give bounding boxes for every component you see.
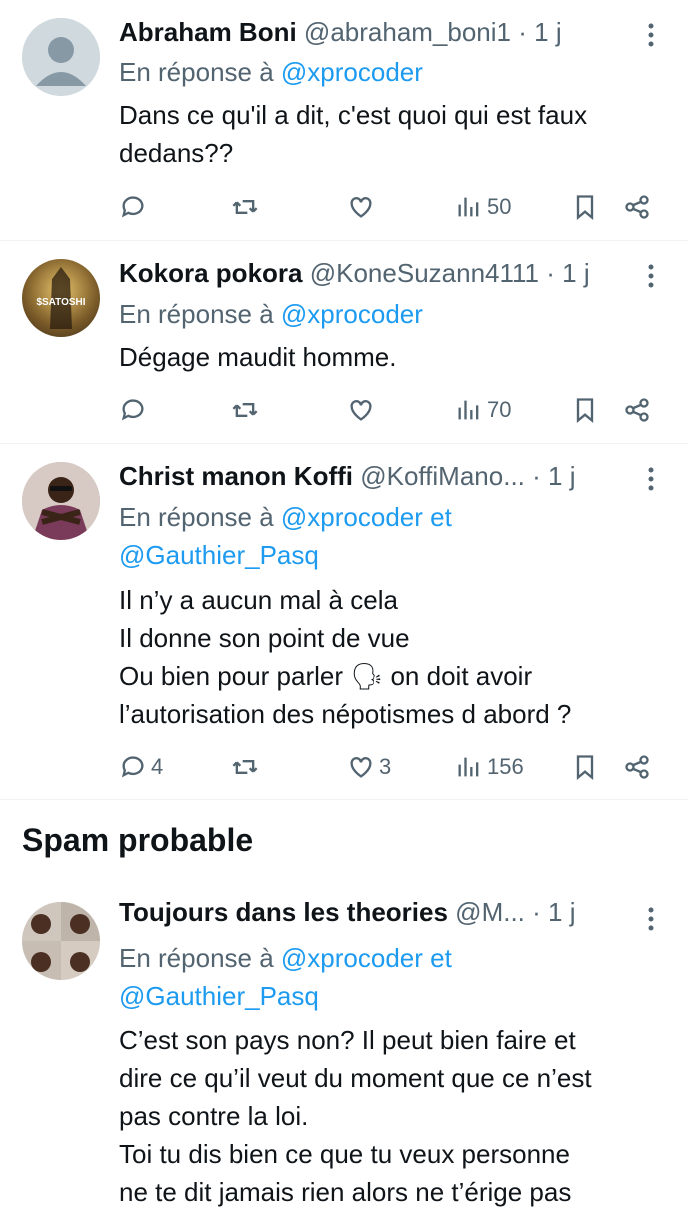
reply-context: En réponse à @xprocoder et @Gauthier_Pas… <box>119 939 452 1015</box>
display-name[interactable]: Kokora pokora <box>119 258 303 288</box>
share-icon <box>625 755 649 779</box>
tweet-text: Il n’y a aucun mal à cela Il donne son p… <box>119 585 572 729</box>
retweet-button[interactable] <box>231 750 259 784</box>
bookmark-button[interactable] <box>571 750 599 784</box>
user-handle[interactable]: @KoneSuzann4111 <box>310 258 539 288</box>
like-icon <box>350 197 372 218</box>
views-count: 70 <box>487 397 512 422</box>
avatar[interactable] <box>22 902 100 980</box>
tweet-actions: 4 3 156 <box>119 750 659 784</box>
mention-link[interactable]: @xprocoder et <box>281 502 452 532</box>
views-count: 156 <box>487 754 524 779</box>
reply-button[interactable] <box>119 190 151 224</box>
views-button[interactable]: 50 <box>455 190 511 224</box>
like-button[interactable] <box>347 190 379 224</box>
tweet[interactable]: Abraham Boni @abraham_boni1 · 1 j En rép… <box>0 0 688 241</box>
reply-icon <box>121 756 144 778</box>
tweet-actions: 50 <box>119 190 659 224</box>
like-count: 3 <box>379 754 392 779</box>
retweet-button[interactable] <box>231 190 259 224</box>
tweet-text: Dans ce qu'il a dit, c'est quoi qui est … <box>119 100 595 168</box>
bookmark-button[interactable] <box>571 393 599 427</box>
reply-prefix: En réponse à <box>119 57 281 87</box>
mention-link[interactable]: @xprocoder <box>281 299 423 329</box>
tweet-header: Kokora pokora @KoneSuzann4111 · 1 j <box>119 255 688 291</box>
user-handle[interactable]: @KoffiMano... <box>360 461 525 491</box>
tweet-header: Christ manon Koffi @KoffiMano... · 1 j <box>119 458 688 494</box>
default-avatar-icon <box>22 18 100 96</box>
views-icon <box>458 757 479 777</box>
bookmark-icon <box>576 195 594 220</box>
share-icon <box>625 195 649 219</box>
share-button[interactable] <box>623 750 651 784</box>
tweet-header: Toujours dans les theories @M... · 1 j <box>119 894 688 930</box>
tweet-time[interactable]: · 1 j <box>546 258 589 288</box>
reply-context: En réponse à @xprocoder <box>119 295 423 333</box>
mention-link[interactable]: @Gauthier_Pasq <box>119 981 319 1011</box>
user-handle[interactable]: @abraham_boni1 <box>304 17 511 47</box>
avatar[interactable] <box>22 18 100 96</box>
tweet-actions: 70 <box>119 393 659 427</box>
avatar-image <box>22 902 100 980</box>
display-name[interactable]: Abraham Boni <box>119 17 297 47</box>
tweet-text: Dégage maudit homme. <box>119 342 397 372</box>
reply-context: En réponse à @xprocoder <box>119 53 423 91</box>
share-icon <box>625 398 649 422</box>
reply-context: En réponse à @xprocoder et @Gauthier_Pas… <box>119 498 452 574</box>
reply-prefix: En réponse à <box>119 943 281 973</box>
avatar[interactable] <box>22 462 100 540</box>
retweet-icon <box>232 403 258 417</box>
bookmark-icon <box>576 755 594 780</box>
tweet[interactable]: Christ manon Koffi @KoffiMano... · 1 j E… <box>0 444 688 800</box>
views-icon <box>458 400 479 420</box>
tweet-time[interactable]: · 1 j <box>518 17 561 47</box>
tweet-header: Abraham Boni @abraham_boni1 · 1 j <box>119 14 688 50</box>
like-icon <box>350 400 372 421</box>
retweet-icon <box>232 200 258 214</box>
tweet[interactable]: $SATOSHI Kokora pokora @KoneSuzann4111 ·… <box>0 241 688 444</box>
tweet-time[interactable]: · 1 j <box>532 897 575 927</box>
avatar-image: $SATOSHI <box>36 267 86 329</box>
avatar-text: $SATOSHI <box>36 297 85 308</box>
tweet-text: C’est son pays non? Il peut bien faire e… <box>119 1025 592 1207</box>
like-button[interactable]: 3 <box>347 750 391 784</box>
share-button[interactable] <box>623 190 651 224</box>
display-name[interactable]: Christ manon Koffi <box>119 461 353 491</box>
reply-button[interactable]: 4 <box>119 750 163 784</box>
views-button[interactable]: 70 <box>455 393 511 427</box>
more-icon[interactable] <box>642 20 660 50</box>
more-icon[interactable] <box>642 261 660 291</box>
like-icon <box>350 757 372 778</box>
reply-prefix: En réponse à <box>119 299 281 329</box>
avatar[interactable]: $SATOSHI <box>22 259 100 337</box>
user-handle[interactable]: @M... <box>455 897 525 927</box>
reply-prefix: En réponse à <box>119 502 281 532</box>
reply-count: 4 <box>151 754 164 779</box>
like-button[interactable] <box>347 393 379 427</box>
bookmark-icon <box>576 398 594 423</box>
tweet[interactable]: Toujours dans les theories @M... · 1 j E… <box>0 880 688 1207</box>
reply-icon <box>121 399 144 421</box>
retweet-icon <box>232 760 258 774</box>
more-icon[interactable] <box>642 904 660 934</box>
views-button[interactable]: 156 <box>455 750 524 784</box>
mention-link[interactable]: @Gauthier_Pasq <box>119 540 319 570</box>
tweet-time[interactable]: · 1 j <box>532 461 575 491</box>
mention-link[interactable]: @xprocoder <box>281 57 423 87</box>
more-icon[interactable] <box>642 464 660 494</box>
retweet-button[interactable] <box>231 393 259 427</box>
reply-button[interactable] <box>119 393 151 427</box>
display-name[interactable]: Toujours dans les theories <box>119 897 448 927</box>
section-title: Spam probable <box>22 822 254 858</box>
avatar-image <box>22 462 100 540</box>
views-count: 50 <box>487 194 512 219</box>
reply-icon <box>121 196 144 218</box>
bookmark-button[interactable] <box>571 190 599 224</box>
mention-link[interactable]: @xprocoder et <box>281 943 452 973</box>
views-icon <box>458 197 479 217</box>
share-button[interactable] <box>623 393 651 427</box>
